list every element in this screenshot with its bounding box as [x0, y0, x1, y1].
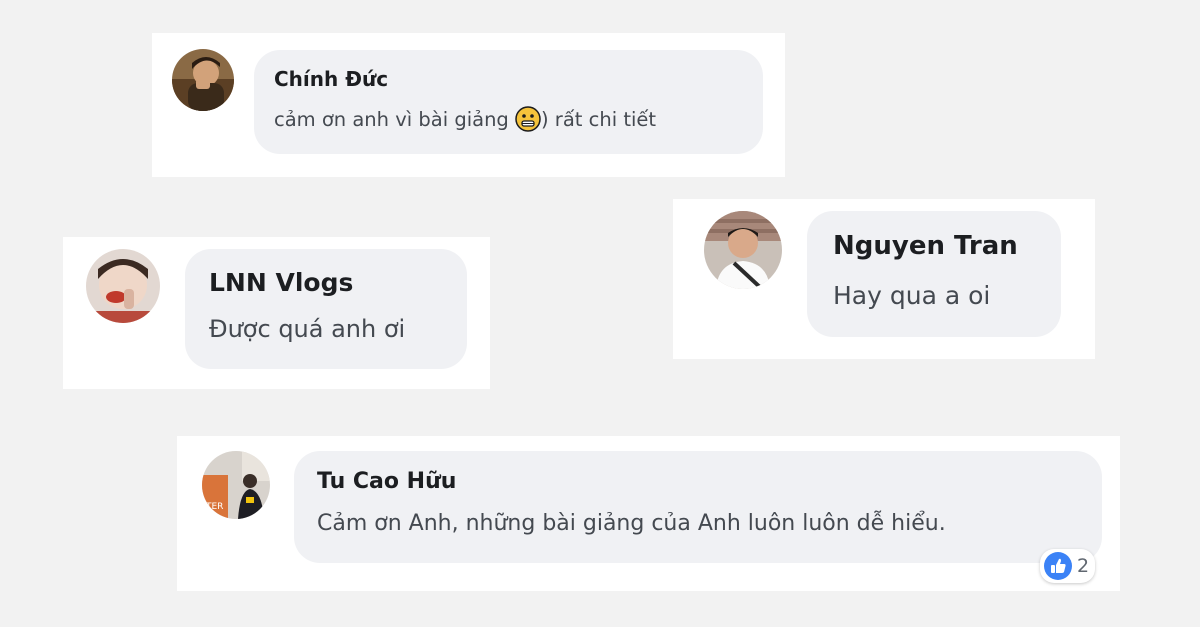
like-icon [1043, 551, 1073, 581]
avatar[interactable]: TER [202, 451, 270, 519]
comment-card-nguyen-tran: Nguyen Tran Hay qua a oi [673, 199, 1095, 359]
comment-card-chinh-duc: Chính Đức cảm ơn anh vì bài giảng ) rất … [152, 33, 785, 177]
comment-card-lnn-vlogs: LNN Vlogs Được quá anh ơi [63, 237, 490, 389]
comment-author[interactable]: Tu Cao Hữu [317, 469, 456, 494]
comment-author[interactable]: Nguyen Tran [833, 231, 1018, 261]
comment-author[interactable]: LNN Vlogs [209, 268, 353, 297]
comment-text: Cảm ơn Anh, những bài giảng của Anh luôn… [317, 511, 946, 536]
comment-bubble: LNN Vlogs Được quá anh ơi [185, 249, 467, 369]
comment-text: Hay qua a oi [833, 281, 991, 310]
comment-text: cảm ơn anh vì bài giảng ) rất chi tiết [274, 106, 656, 132]
comment-card-tu-cao-huu: TER Tu Cao Hữu Cảm ơn Anh, những bài giả… [177, 436, 1120, 591]
comment-text: Được quá anh ơi [209, 315, 406, 343]
svg-text:TER: TER [205, 502, 223, 512]
grinning-face-emoji-icon [515, 106, 541, 132]
comment-bubble: Chính Đức cảm ơn anh vì bài giảng ) rất … [254, 50, 763, 154]
reaction-badge[interactable]: 2 [1040, 549, 1096, 583]
comment-author[interactable]: Chính Đức [274, 67, 388, 91]
avatar[interactable] [704, 211, 782, 289]
comment-text-after: ) rất chi tiết [541, 108, 657, 131]
comment-text-before: cảm ơn anh vì bài giảng [274, 108, 515, 131]
comment-bubble: Tu Cao Hữu Cảm ơn Anh, những bài giảng c… [294, 451, 1102, 563]
avatar[interactable] [86, 249, 160, 323]
avatar[interactable] [172, 49, 234, 111]
like-count: 2 [1077, 555, 1090, 577]
comment-bubble: Nguyen Tran Hay qua a oi [807, 211, 1061, 337]
